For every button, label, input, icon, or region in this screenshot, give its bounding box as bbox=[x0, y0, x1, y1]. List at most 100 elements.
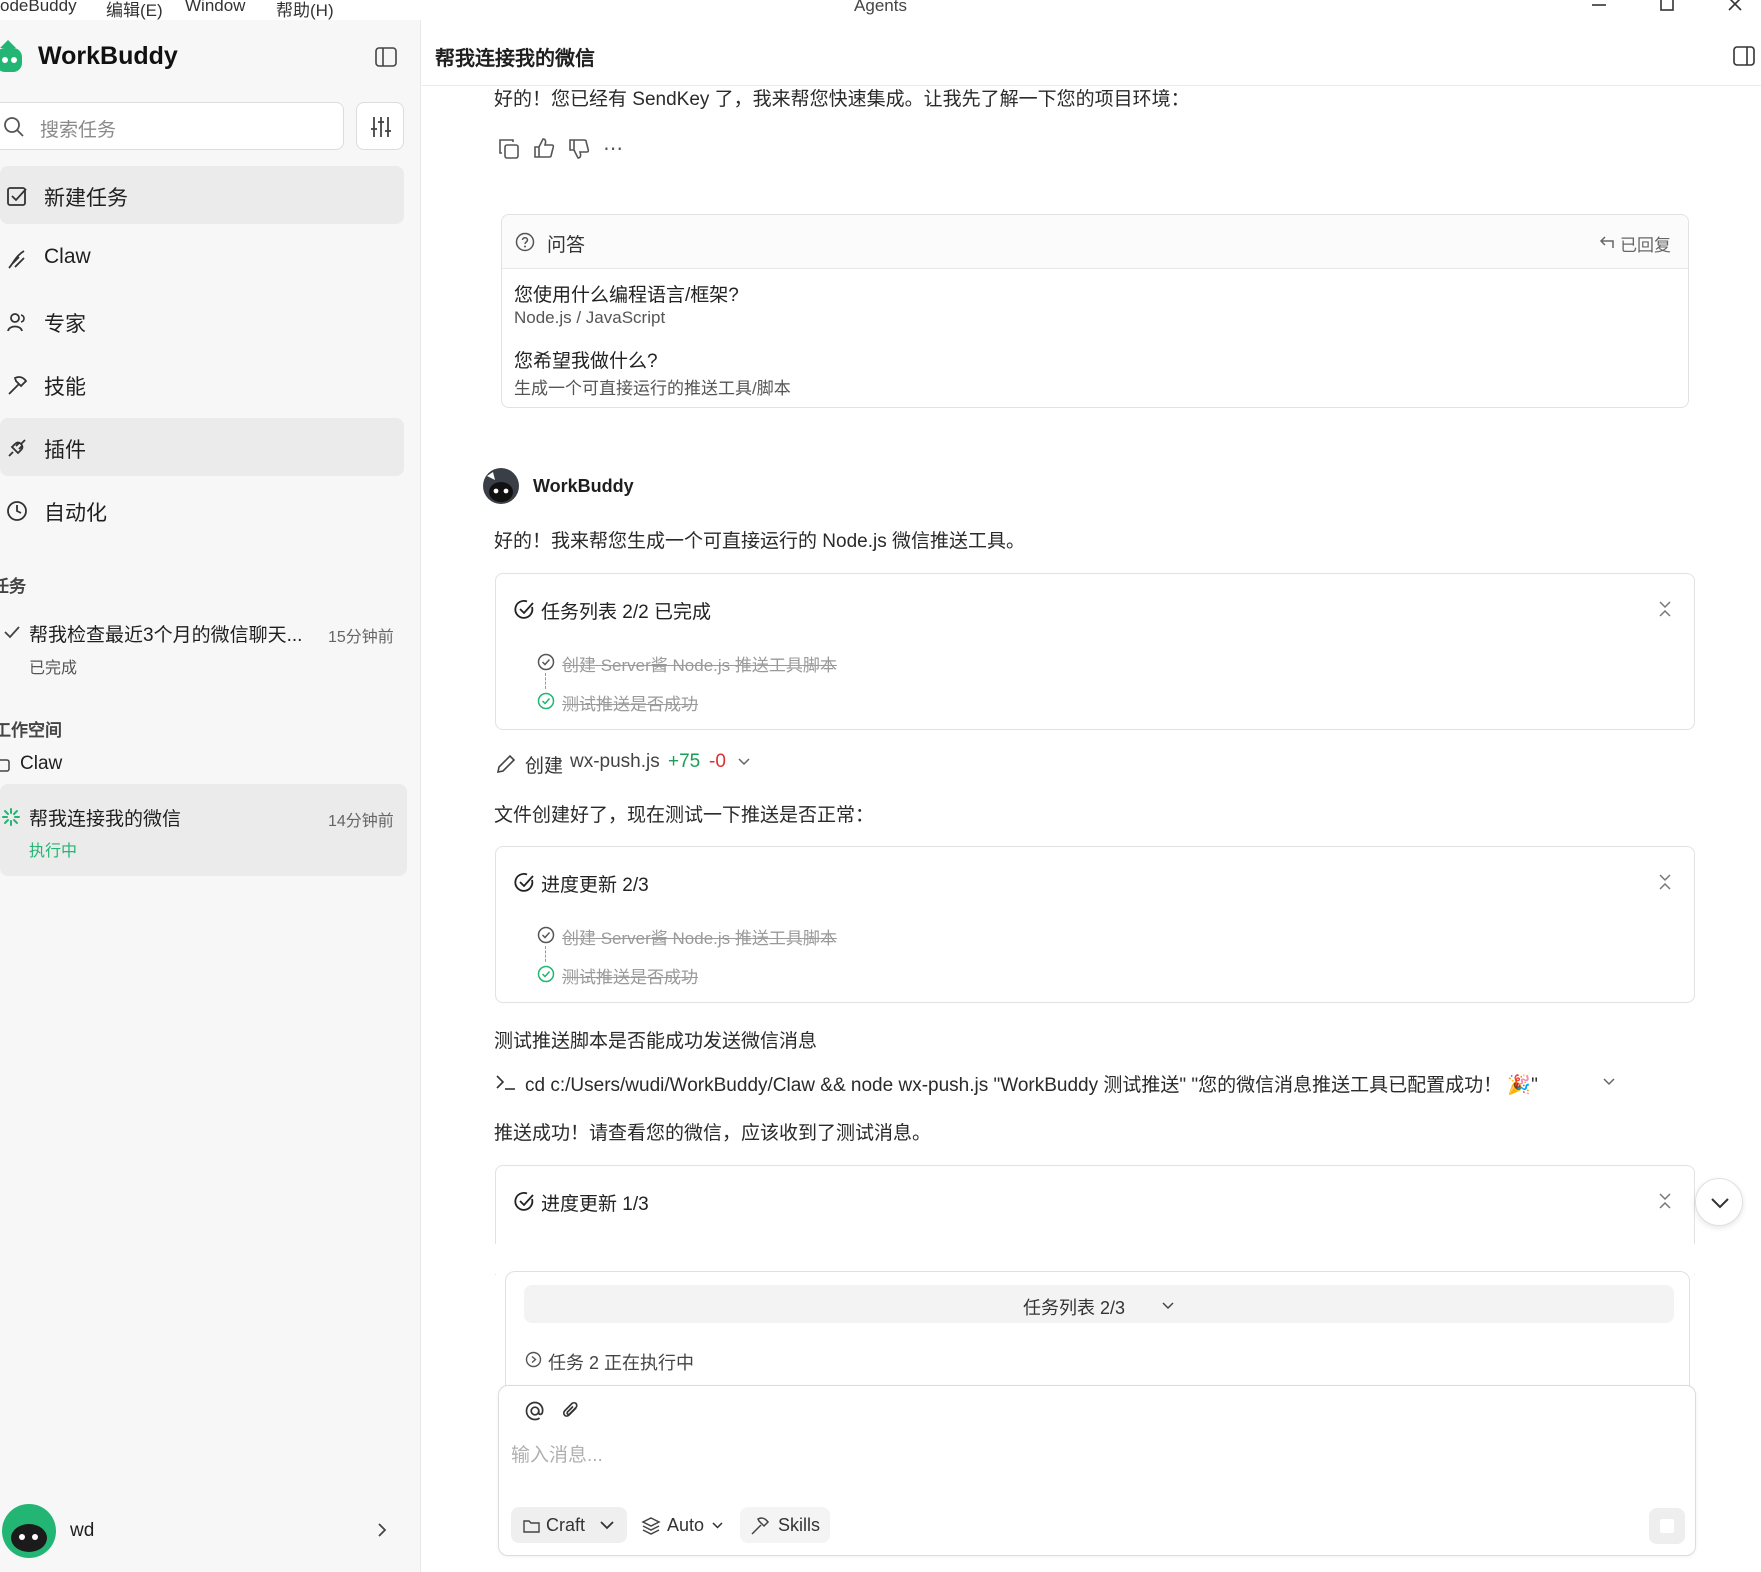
check-circle-icon bbox=[537, 653, 555, 671]
nav-claw[interactable]: Claw bbox=[0, 229, 404, 287]
copy-icon[interactable] bbox=[498, 138, 520, 160]
check-circle-green-icon bbox=[537, 965, 555, 983]
search-icon bbox=[3, 116, 25, 138]
user-profile[interactable]: wd bbox=[0, 1500, 404, 1560]
mention-icon[interactable] bbox=[524, 1400, 546, 1422]
qa-question: 您希望我做什么? bbox=[514, 351, 658, 372]
minimize-icon[interactable] bbox=[1579, 0, 1619, 18]
skills-label: Skills bbox=[778, 1515, 821, 1535]
mode-selector[interactable]: Craft bbox=[511, 1507, 627, 1543]
nav-new-task-label: 新建任务 bbox=[44, 187, 128, 210]
reply-icon bbox=[1599, 234, 1615, 250]
nav-plugins-label: 插件 bbox=[44, 439, 86, 462]
nav-new-task[interactable]: 新建任务 bbox=[0, 166, 404, 224]
menu-window[interactable]: Window bbox=[185, 0, 245, 16]
more-icon[interactable]: ⋯ bbox=[603, 136, 623, 161]
workspace-name: Claw bbox=[20, 753, 63, 774]
file-action: 创建 bbox=[525, 756, 564, 777]
panel-toggle-icon[interactable] bbox=[1733, 46, 1755, 66]
workspace-task-status: 执行中 bbox=[29, 843, 78, 860]
message-input[interactable]: 输入消息... bbox=[511, 1440, 603, 1467]
qa-card: 问答 已回复 您使用什么编程语言/框架? Node.js / JavaScrip… bbox=[501, 214, 1689, 408]
tasklist-title: 任务列表 2/2 已完成 bbox=[541, 602, 711, 623]
tasklist-dropdown[interactable]: 任务列表 2/3 bbox=[524, 1285, 1674, 1323]
page-title: 帮我连接我的微信 bbox=[435, 48, 595, 70]
pencil-icon bbox=[495, 753, 517, 775]
collapse-icon[interactable] bbox=[1658, 600, 1672, 618]
chevron-down-icon bbox=[599, 1520, 615, 1531]
task-item[interactable]: 帮我检查最近3个月的微信聊天... 15分钟前 已完成 bbox=[0, 610, 404, 680]
command-text: cd c:/Users/wudi/WorkBuddy/Claw && node … bbox=[525, 1075, 1538, 1096]
task-item: 创建 Server酱 Node.js 推送工具脚本 bbox=[562, 656, 837, 675]
check-circle-icon bbox=[537, 926, 555, 944]
nav-automation-label: 自动化 bbox=[44, 502, 107, 525]
maximize-icon[interactable] bbox=[1647, 0, 1687, 18]
command-row[interactable]: cd c:/Users/wudi/WorkBuddy/Claw && node … bbox=[495, 1068, 1625, 1096]
skills-button[interactable]: Skills bbox=[740, 1507, 830, 1543]
reply-message: 好的！我来帮您生成一个可直接运行的 Node.js 微信推送工具。 bbox=[494, 531, 1025, 552]
mode-label: Craft bbox=[546, 1515, 586, 1535]
brand-name: WorkBuddy bbox=[38, 42, 178, 70]
composer: 输入消息... Craft Auto Skills bbox=[498, 1385, 1696, 1556]
tasklist-dropdown-label: 任务列表 2/3 bbox=[1022, 1298, 1126, 1318]
search-input[interactable]: 搜索任务 bbox=[0, 102, 344, 150]
file-edit-row[interactable]: 创建 wx-push.js +75 -0 bbox=[495, 750, 795, 778]
workspace-task-item[interactable]: 帮我连接我的微信 14分钟前 执行中 bbox=[0, 784, 407, 876]
workspace-folder[interactable]: Claw bbox=[0, 750, 404, 780]
workspace-task-title: 帮我连接我的微信 bbox=[29, 809, 182, 830]
checkbox-edit-icon bbox=[6, 185, 28, 207]
filter-button[interactable] bbox=[356, 102, 404, 150]
bot-name: WorkBuddy bbox=[533, 476, 634, 496]
terminal-icon bbox=[495, 1072, 517, 1092]
spinner-icon bbox=[2, 808, 20, 826]
tasks-section-label: 任务 bbox=[0, 577, 26, 596]
scroll-down-button[interactable] bbox=[1695, 1178, 1743, 1226]
nav-automation[interactable]: 自动化 bbox=[0, 481, 404, 539]
thumbs-up-icon[interactable] bbox=[533, 137, 555, 159]
check-circle-icon bbox=[514, 872, 535, 893]
qa-question: 您使用什么编程语言/框架? bbox=[514, 285, 739, 306]
avatar bbox=[2, 1504, 56, 1558]
task-status: 已完成 bbox=[29, 660, 78, 677]
sidebar-toggle-icon[interactable] bbox=[375, 47, 397, 67]
window-title: Agents bbox=[854, 0, 907, 15]
main-topbar: 帮我连接我的微信 bbox=[421, 20, 1761, 86]
progress-card: 进度更新 2/3 创建 Server酱 Node.js 推送工具脚本 测试推送是… bbox=[495, 846, 1695, 1003]
nav-plugins[interactable]: 插件 bbox=[0, 418, 404, 476]
menu-help[interactable]: 帮助(H) bbox=[276, 0, 334, 21]
menu-app[interactable]: odeBuddy bbox=[0, 0, 77, 16]
nav-skills-label: 技能 bbox=[44, 376, 86, 399]
qa-header: 问答 bbox=[547, 235, 586, 256]
plug-icon bbox=[6, 437, 28, 459]
thumbs-down-icon[interactable] bbox=[568, 138, 590, 160]
collapse-icon[interactable] bbox=[1658, 873, 1672, 891]
stop-button[interactable] bbox=[1649, 1508, 1685, 1544]
play-circle-icon bbox=[525, 1351, 542, 1368]
chevron-down-icon bbox=[1602, 1077, 1616, 1087]
workspace-section-label: 工作空间 bbox=[0, 721, 62, 740]
stop-icon bbox=[1660, 1519, 1674, 1533]
model-selector[interactable]: Auto bbox=[641, 1507, 731, 1543]
chevron-down-icon bbox=[737, 757, 751, 767]
sliders-icon bbox=[369, 115, 393, 139]
nav-experts[interactable]: 专家 bbox=[0, 292, 404, 350]
clock-icon bbox=[6, 500, 28, 522]
collapse-icon[interactable] bbox=[1658, 1192, 1672, 1210]
qa-answer: Node.js / JavaScript bbox=[514, 308, 666, 327]
reply-message: 文件创建好了，现在测试一下推送是否正常： bbox=[494, 805, 875, 826]
attachment-icon[interactable] bbox=[560, 1400, 582, 1422]
folder-icon bbox=[0, 758, 10, 772]
layers-icon bbox=[641, 1516, 661, 1536]
qa-answer: 生成一个可直接运行的推送工具/脚本 bbox=[514, 379, 791, 398]
progress-title: 进度更新 1/3 bbox=[541, 1194, 649, 1215]
menu-edit[interactable]: 编辑(E) bbox=[106, 0, 163, 21]
task-status-text: 任务 2 正在执行中 bbox=[548, 1353, 695, 1373]
composer-task-panel: 任务列表 2/3 任务 2 正在执行中 bbox=[505, 1271, 1690, 1386]
nav-skills[interactable]: 技能 bbox=[0, 355, 404, 413]
workspace-task-time: 14分钟前 bbox=[328, 813, 394, 830]
task-item: 测试推送是否成功 bbox=[562, 695, 698, 714]
hammer-icon bbox=[6, 374, 28, 396]
intro-message: 好的！您已经有 SendKey 了，我来帮您快速集成。让我先了解一下您的项目环境… bbox=[494, 89, 1190, 110]
nav-experts-label: 专家 bbox=[44, 313, 86, 336]
close-icon[interactable] bbox=[1715, 0, 1755, 18]
